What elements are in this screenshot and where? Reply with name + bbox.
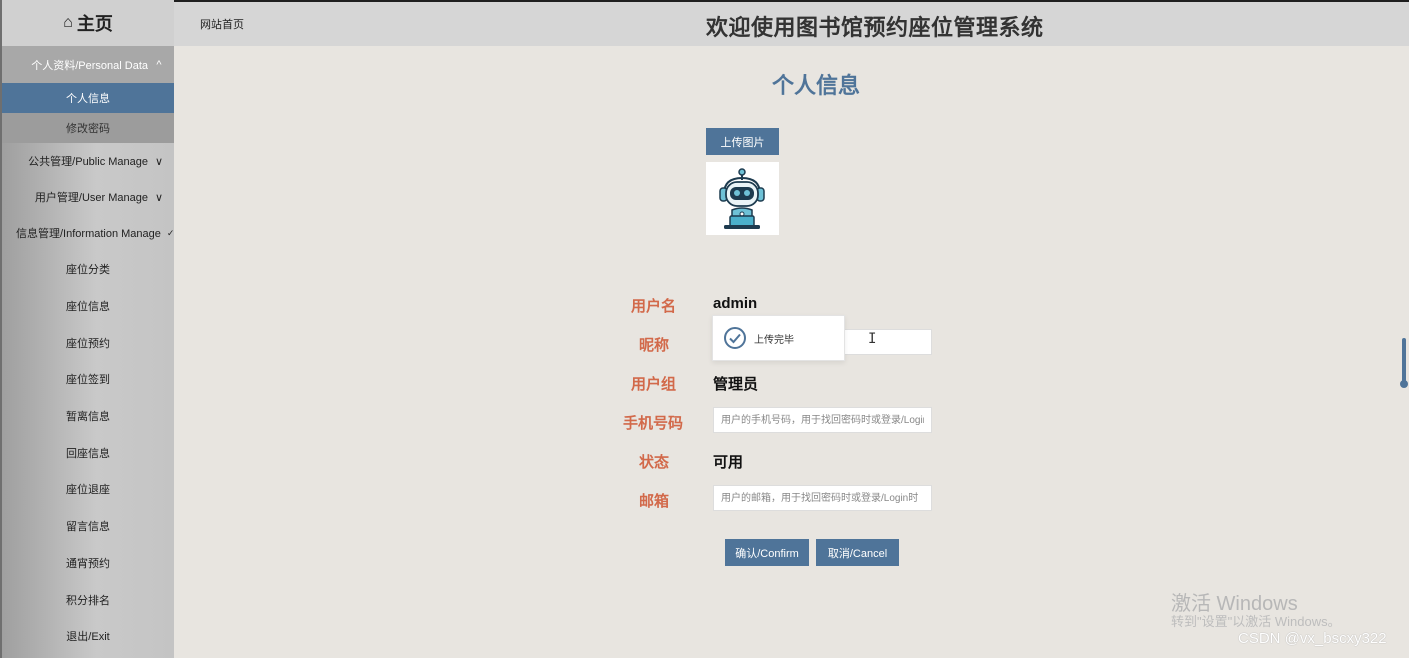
sidebar-item-points-ranking[interactable]: 积分排名	[2, 581, 174, 618]
status-value: 可用	[713, 454, 744, 471]
sidebar-item-return-seat[interactable]: 回座信息	[2, 434, 174, 471]
section-heading: 个人信息	[772, 73, 861, 98]
chevron-up-icon: ^	[156, 58, 162, 71]
sidebar-item-overnight[interactable]: 通宵预约	[2, 545, 174, 582]
chevron-down-icon: ∨	[154, 155, 164, 168]
sidebar-group-user[interactable]: 用户管理/User Manage ∨	[2, 179, 174, 215]
sidebar-item-profile[interactable]: 个人信息	[2, 83, 174, 113]
sidebar-group-personal[interactable]: 个人资料/Personal Data ^	[2, 46, 174, 83]
nickname-label: 昵称	[638, 337, 669, 354]
upload-image-button[interactable]: 上传图片	[706, 128, 779, 155]
sidebar-home[interactable]: ⌂ 主页	[2, 0, 174, 46]
cancel-button[interactable]: 取消/Cancel	[816, 539, 899, 566]
header: 网站首页 欢迎使用图书馆预约座位管理系统	[174, 0, 1409, 46]
chevron-down-icon: ∨	[154, 191, 164, 204]
username-label: 用户名	[630, 298, 676, 315]
robot-avatar-icon	[719, 168, 765, 229]
phone-label: 手机号码	[622, 415, 683, 432]
sidebar-item-seat-checkin[interactable]: 座位签到	[2, 361, 174, 398]
sidebar-item-messages[interactable]: 留言信息	[2, 508, 174, 545]
email-field[interactable]	[713, 485, 932, 511]
sidebar-item-seat-info[interactable]: 座位信息	[2, 288, 174, 325]
page-title: 欢迎使用图书馆预约座位管理系统	[706, 15, 1044, 40]
home-icon: ⌂	[63, 14, 73, 31]
sidebar-home-label: 主页	[76, 14, 113, 34]
sidebar: ⌂ 主页 个人资料/Personal Data ^ 个人信息 修改密码 公共管理…	[0, 0, 174, 658]
sidebar-item-change-password[interactable]: 修改密码	[2, 113, 174, 143]
sidebar-item-exit[interactable]: 退出/Exit	[2, 618, 174, 655]
scroll-indicator-icon[interactable]	[1399, 338, 1409, 390]
upload-success-toast: 上传完毕	[712, 315, 845, 361]
email-label: 邮箱	[638, 493, 669, 510]
sidebar-group-label: 个人资料/Personal Data	[31, 59, 148, 72]
phone-field[interactable]	[713, 407, 932, 433]
status-label: 状态	[638, 454, 669, 471]
sidebar-item-seat-reservation[interactable]: 座位预约	[2, 324, 174, 361]
check-circle-icon	[724, 327, 746, 349]
usergroup-label: 用户组	[630, 376, 676, 393]
toast-text: 上传完毕	[754, 334, 794, 346]
sidebar-item-temp-leave[interactable]: 暂离信息	[2, 398, 174, 435]
sidebar-group-public[interactable]: 公共管理/Public Manage ∨	[2, 143, 174, 179]
sidebar-group-label: 信息管理/Information Manage	[16, 228, 161, 240]
sidebar-item-seat-withdraw[interactable]: 座位退座	[2, 471, 174, 508]
sidebar-group-label: 公共管理/Public Manage	[28, 156, 148, 168]
windows-activation-subtitle: 转到"设置"以激活 Windows。	[1171, 614, 1341, 629]
csdn-watermark: CSDN @vx_bscxy322	[1238, 630, 1387, 647]
chevron-check-icon: ✓	[166, 227, 175, 238]
confirm-button[interactable]: 确认/Confirm	[725, 539, 809, 566]
sidebar-group-information[interactable]: 信息管理/Information Manage ✓	[2, 215, 174, 251]
sidebar-item-seat-category[interactable]: 座位分类	[2, 251, 174, 288]
site-home-link[interactable]: 网站首页	[200, 16, 244, 32]
username-value: admin	[713, 295, 758, 312]
sidebar-group-label: 用户管理/User Manage	[34, 192, 148, 204]
avatar	[706, 162, 779, 235]
text-cursor-icon: I	[868, 331, 877, 347]
usergroup-value: 管理员	[713, 376, 759, 393]
